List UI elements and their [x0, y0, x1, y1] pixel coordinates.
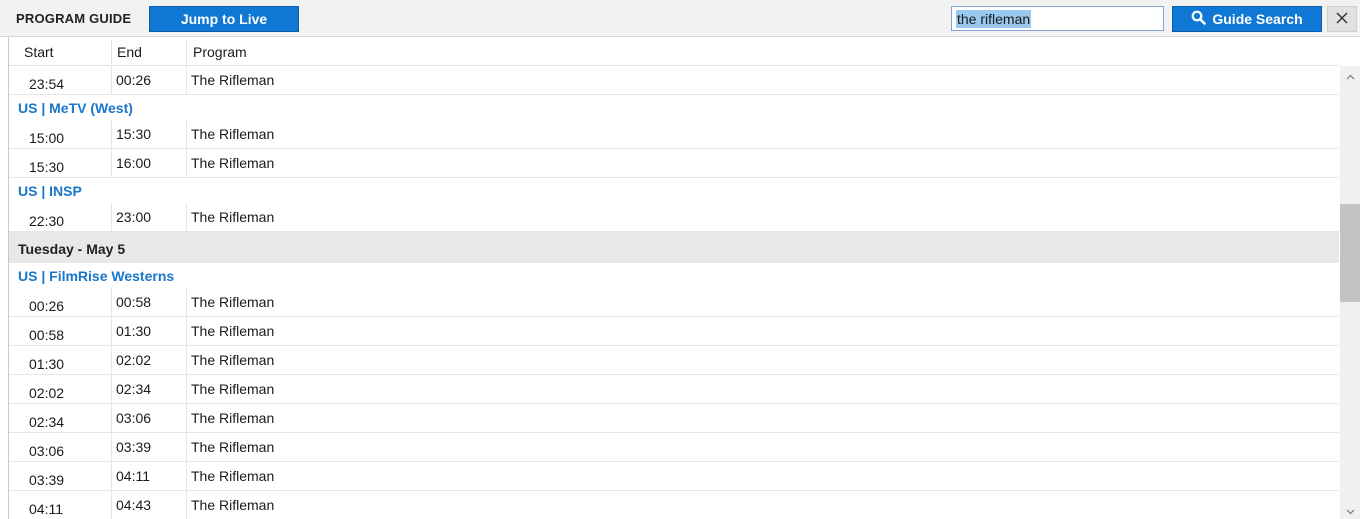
scroll-down-button[interactable] — [1340, 501, 1360, 519]
program-rows: 23:54 00:26 The Rifleman US | MeTV (West) 15… — [9, 66, 1339, 519]
end-time: 02:02 — [116, 352, 152, 368]
program-title: The Rifleman — [191, 155, 275, 171]
channel-header: US | MeTV (West) — [18, 100, 133, 116]
cell-divider — [186, 462, 187, 490]
cell-divider — [186, 149, 187, 177]
end-time: 02:34 — [116, 381, 152, 397]
column-header-start[interactable]: Start — [18, 37, 54, 66]
program-title: The Rifleman — [191, 439, 275, 455]
end-time: 23:00 — [116, 209, 152, 225]
search-icon — [1191, 10, 1207, 28]
program-title: The Rifleman — [191, 410, 275, 426]
start-time: 02:34 — [29, 414, 65, 430]
day-header: Tuesday - May 5 — [9, 232, 1339, 263]
cell-divider — [111, 288, 112, 316]
program-title: The Rifleman — [191, 468, 275, 484]
cell-divider — [111, 66, 112, 94]
program-row[interactable]: 00:58 01:30 The Rifleman — [9, 317, 1339, 346]
cell-divider — [111, 317, 112, 345]
end-time: 04:43 — [116, 497, 152, 513]
grid-header: Start End Program — [9, 37, 1339, 66]
end-time: 03:39 — [116, 439, 152, 455]
cell-divider — [111, 433, 112, 461]
guide-search-label: Guide Search — [1212, 11, 1303, 27]
program-row[interactable]: 15:00 15:30 The Rifleman — [9, 120, 1339, 149]
start-time: 03:39 — [29, 472, 65, 488]
end-time: 00:58 — [116, 294, 152, 310]
program-row[interactable]: 00:26 00:58 The Rifleman — [9, 288, 1339, 317]
cell-divider — [111, 462, 112, 490]
program-title: The Rifleman — [191, 381, 275, 397]
guide-search-input[interactable]: the rifleman — [951, 6, 1164, 31]
page-title: PROGRAM GUIDE — [16, 11, 132, 26]
program-title: The Rifleman — [191, 126, 275, 142]
program-title: The Rifleman — [191, 323, 275, 339]
chevron-up-icon — [1346, 67, 1355, 83]
cell-divider — [111, 491, 112, 519]
search-input-value: the rifleman — [956, 9, 1032, 28]
program-title: The Rifleman — [191, 497, 275, 513]
start-time: 02:02 — [29, 385, 65, 401]
end-time: 01:30 — [116, 323, 152, 339]
cell-divider — [186, 433, 187, 461]
cell-divider — [111, 346, 112, 374]
end-time: 00:26 — [116, 72, 152, 88]
cell-divider — [111, 375, 112, 403]
close-icon — [1336, 11, 1348, 27]
cell-divider — [186, 120, 187, 148]
jump-to-live-button[interactable]: Jump to Live — [149, 6, 299, 32]
scrollbar-thumb[interactable] — [1340, 204, 1360, 302]
cell-divider — [186, 375, 187, 403]
program-row[interactable]: 03:39 04:11 The Rifleman — [9, 462, 1339, 491]
cell-divider — [186, 404, 187, 432]
program-row[interactable]: 02:02 02:34 The Rifleman — [9, 375, 1339, 404]
program-row[interactable]: 04:11 04:43 The Rifleman — [9, 491, 1339, 519]
program-row[interactable]: 22:30 23:00 The Rifleman — [9, 203, 1339, 232]
start-time: 22:30 — [29, 213, 65, 229]
start-time: 23:54 — [29, 76, 65, 92]
start-time: 01:30 — [29, 356, 65, 372]
cell-divider — [186, 346, 187, 374]
cell-divider — [186, 317, 187, 345]
end-time: 04:11 — [116, 468, 150, 484]
guide-search-button[interactable]: Guide Search — [1172, 6, 1322, 32]
cell-divider — [111, 120, 112, 148]
end-time: 03:06 — [116, 410, 152, 426]
cell-divider — [186, 203, 187, 231]
channel-header: US | FilmRise Westerns — [18, 268, 175, 284]
program-title: The Rifleman — [191, 352, 275, 368]
vertical-scrollbar[interactable] — [1340, 66, 1360, 519]
program-title: The Rifleman — [191, 209, 275, 225]
program-row[interactable]: 23:54 00:26 The Rifleman — [9, 66, 1339, 95]
program-row[interactable]: 03:06 03:39 The Rifleman — [9, 433, 1339, 462]
program-title: The Rifleman — [191, 294, 275, 310]
cell-divider — [111, 203, 112, 231]
program-row[interactable]: 01:30 02:02 The Rifleman — [9, 346, 1339, 375]
close-button[interactable] — [1327, 6, 1357, 32]
cell-divider — [186, 288, 187, 316]
column-header-program[interactable]: Program — [187, 37, 247, 66]
program-title: The Rifleman — [191, 72, 275, 88]
start-time: 03:06 — [29, 443, 65, 459]
scroll-up-button[interactable] — [1340, 66, 1360, 84]
start-time: 04:11 — [29, 501, 63, 517]
cell-divider — [186, 491, 187, 519]
start-time: 00:26 — [29, 298, 65, 314]
end-time: 16:00 — [116, 155, 152, 171]
program-row[interactable]: 15:30 16:00 The Rifleman — [9, 149, 1339, 178]
start-time: 00:58 — [29, 327, 65, 343]
cell-divider — [111, 404, 112, 432]
toolbar: PROGRAM GUIDE Jump to Live the rifleman … — [0, 0, 1360, 37]
channel-header: US | INSP — [18, 183, 82, 199]
chevron-down-icon — [1346, 502, 1355, 518]
program-row[interactable]: 02:34 03:06 The Rifleman — [9, 404, 1339, 433]
column-header-end[interactable]: End — [111, 37, 142, 66]
start-time: 15:00 — [29, 130, 65, 146]
program-grid: Start End Program 23:54 00:26 The Rifleman… — [8, 37, 1360, 519]
start-time: 15:30 — [29, 159, 65, 175]
end-time: 15:30 — [116, 126, 152, 142]
cell-divider — [111, 149, 112, 177]
cell-divider — [186, 66, 187, 94]
